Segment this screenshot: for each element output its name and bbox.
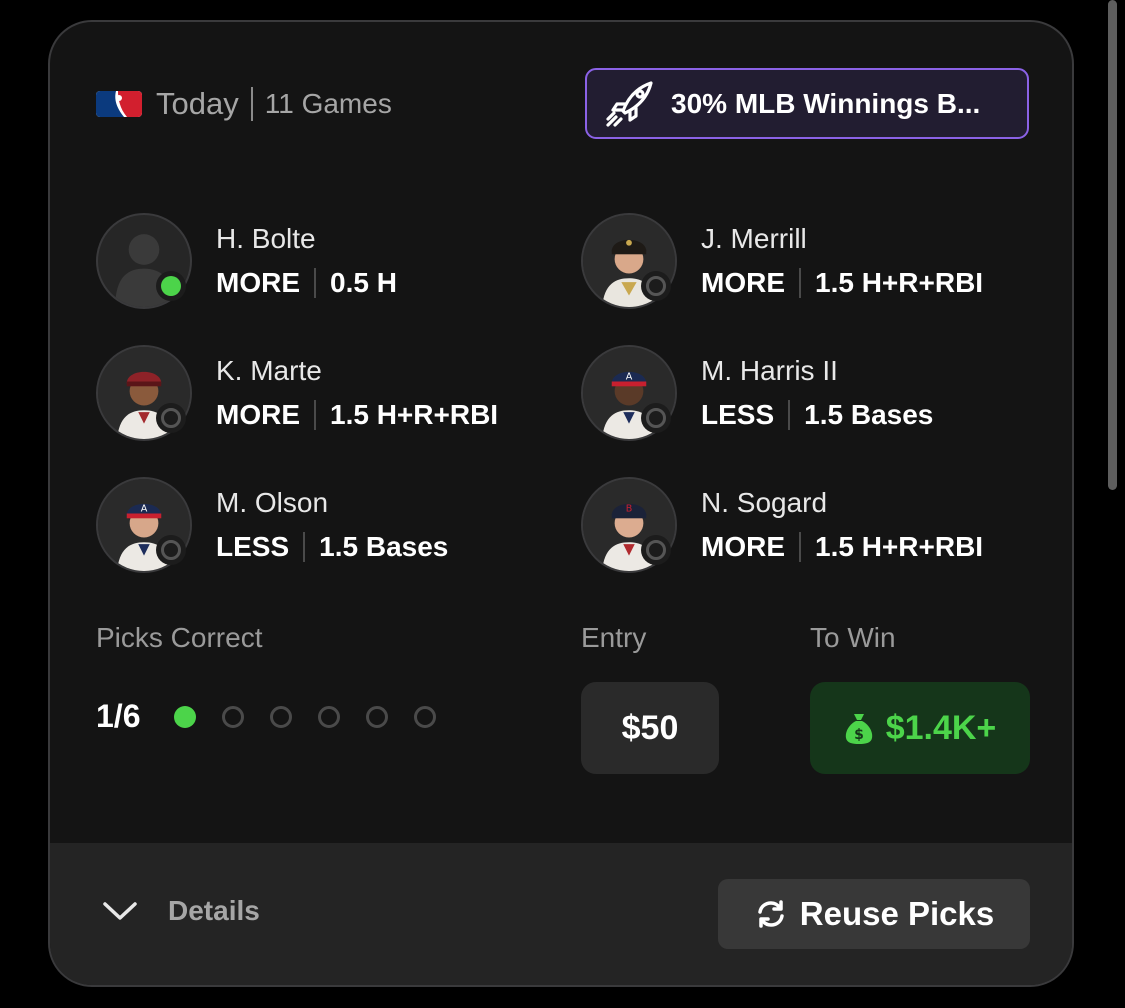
pick-line: MORE 0.5 H <box>216 267 397 299</box>
divider <box>314 268 316 298</box>
refresh-icon <box>758 900 784 928</box>
progress-dot-pending <box>222 706 244 728</box>
pick-card[interactable]: H. Bolte MORE 0.5 H <box>96 213 566 313</box>
player-name: J. Merrill <box>701 223 807 254</box>
progress-dots <box>174 706 462 728</box>
progress-dot-pending <box>270 706 292 728</box>
pick-line: MORE 1.5 H+R+RBI <box>216 399 498 431</box>
divider <box>314 400 316 430</box>
pick-stat: 1.5 Bases <box>319 531 449 562</box>
pick-line: LESS 1.5 Bases <box>701 399 933 431</box>
pick-direction: MORE <box>701 531 785 562</box>
svg-text:B: B <box>626 504 633 515</box>
pick-stat: 1.5 H+R+RBI <box>330 399 499 430</box>
player-name: N. Sogard <box>701 487 828 518</box>
pick-card[interactable]: B N. Sogard MORE 1.5 H+R+RBI <box>581 477 1051 577</box>
rocket-icon <box>606 80 653 127</box>
scrollbar[interactable] <box>1108 0 1117 490</box>
pick-card[interactable]: A M. Olson LESS 1.5 Bases <box>96 477 566 577</box>
league-header: Today 11 Games <box>96 86 392 122</box>
pick-stat: 1.5 Bases <box>804 399 934 430</box>
pick-status-pending <box>641 271 671 301</box>
divider <box>788 400 791 430</box>
card-footer: Details Reuse Picks <box>50 843 1072 985</box>
progress-dot-hit <box>174 706 196 728</box>
promo-text: 30% MLB Winnings B... <box>671 87 981 119</box>
pick-line: LESS 1.5 Bases <box>216 531 448 563</box>
entry-card: Today 11 Games 30% MLB Winnings B... H. … <box>48 20 1074 987</box>
reuse-picks-button[interactable]: Reuse Picks <box>718 879 1030 949</box>
divider <box>799 532 801 562</box>
to-win-amount: $ $1.4K+ <box>810 682 1030 774</box>
divider <box>799 268 801 298</box>
pick-line: MORE 1.5 H+R+RBI <box>701 531 983 563</box>
player-name: H. Bolte <box>216 223 316 254</box>
svg-text:$: $ <box>854 727 864 743</box>
picks-correct-label: Picks Correct <box>96 622 263 653</box>
svg-text:A: A <box>141 504 148 515</box>
pick-direction: LESS <box>216 531 290 562</box>
money-bag-icon: $ <box>845 714 872 744</box>
to-win-value: $1.4K+ <box>885 708 997 747</box>
details-label: Details <box>168 895 260 926</box>
pick-card[interactable]: K. Marte MORE 1.5 H+R+RBI <box>96 345 566 445</box>
pick-direction: MORE <box>216 267 300 298</box>
pick-stat: 1.5 H+R+RBI <box>815 531 984 562</box>
pick-direction: MORE <box>701 267 785 298</box>
progress-dot-pending <box>318 706 340 728</box>
svg-text:A: A <box>626 372 633 383</box>
pick-status-hit <box>156 271 186 301</box>
details-toggle[interactable]: Details <box>102 895 260 927</box>
entry-value: $50 <box>621 708 679 747</box>
player-name: M. Harris II <box>701 355 838 386</box>
day-label: Today <box>156 86 239 121</box>
pick-card[interactable]: A M. Harris II LESS 1.5 Bases <box>581 345 1051 445</box>
games-count: 11 Games <box>264 88 392 119</box>
pick-line: MORE 1.5 H+R+RBI <box>701 267 983 299</box>
picks-correct-value: 1/6 <box>96 698 141 734</box>
chevron-down-icon <box>103 902 137 920</box>
divider <box>250 87 253 121</box>
pick-direction: MORE <box>216 399 300 430</box>
promo-badge[interactable]: 30% MLB Winnings B... <box>585 68 1029 139</box>
pick-direction: LESS <box>701 399 775 430</box>
player-name: M. Olson <box>216 487 329 518</box>
divider <box>303 532 306 562</box>
entry-amount: $50 <box>581 682 719 774</box>
pick-status-pending <box>156 403 186 433</box>
pick-status-pending <box>641 403 671 433</box>
player-name: K. Marte <box>216 355 322 386</box>
pick-status-pending <box>641 535 671 565</box>
mlb-logo <box>96 91 142 117</box>
to-win-label: To Win <box>810 622 896 653</box>
pick-stat: 1.5 H+R+RBI <box>815 267 984 298</box>
progress-dot-pending <box>414 706 436 728</box>
entry-label: Entry <box>581 622 647 653</box>
reuse-picks-label: Reuse Picks <box>799 895 995 932</box>
pick-card[interactable]: J. Merrill MORE 1.5 H+R+RBI <box>581 213 1051 313</box>
pick-stat: 0.5 H <box>330 267 397 298</box>
progress-dot-pending <box>366 706 388 728</box>
pick-status-pending <box>156 535 186 565</box>
